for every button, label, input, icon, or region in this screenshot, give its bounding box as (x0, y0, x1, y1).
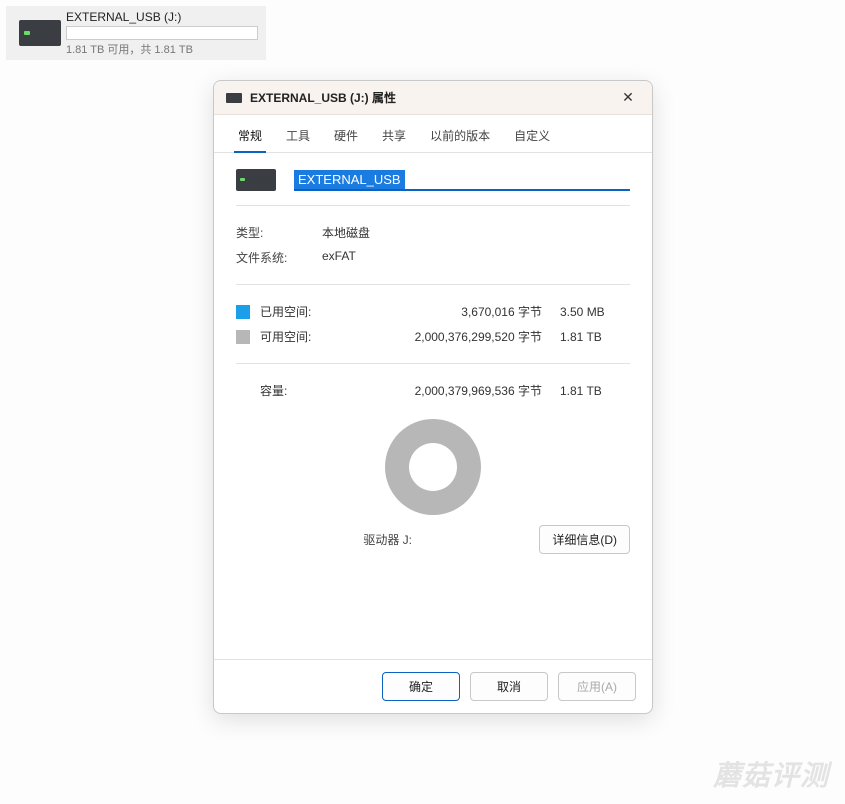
usage-pie-chart (385, 419, 481, 515)
drive-icon (226, 93, 242, 103)
capacity-bytes: 2,000,379,969,536 字节 (338, 382, 560, 399)
capacity-human: 1.81 TB (560, 384, 630, 398)
details-button[interactable]: 详细信息(D) (539, 525, 630, 554)
watermark: 蘑菇评测 (713, 754, 829, 794)
capacity-row: 容量: 2,000,379,969,536 字节 1.81 TB (236, 378, 630, 403)
drive-letter-label: 驱动器 J: (236, 531, 539, 548)
tab-tools[interactable]: 工具 (276, 121, 320, 152)
titlebar[interactable]: EXTERNAL_USB (J:) 属性 ✕ (214, 81, 652, 115)
drive-tile[interactable]: EXTERNAL_USB (J:) 1.81 TB 可用，共 1.81 TB (6, 6, 266, 60)
tab-customize[interactable]: 自定义 (504, 121, 560, 152)
drive-usage-bar (66, 26, 258, 40)
filesystem-label: 文件系统: (236, 249, 322, 266)
tab-hardware[interactable]: 硬件 (324, 121, 368, 152)
free-space-row: 可用空间: 2,000,376,299,520 字节 1.81 TB (236, 324, 630, 349)
type-label: 类型: (236, 224, 322, 241)
apply-button[interactable]: 应用(A) (558, 672, 636, 701)
free-human: 1.81 TB (560, 330, 630, 344)
capacity-label: 容量: (260, 382, 338, 399)
volume-name-field[interactable]: EXTERNAL_USB (294, 170, 630, 191)
free-label: 可用空间: (260, 328, 338, 345)
drive-icon (236, 169, 276, 191)
free-swatch-icon (236, 330, 250, 344)
tab-strip: 常规 工具 硬件 共享 以前的版本 自定义 (214, 115, 652, 153)
drive-space-text: 1.81 TB 可用，共 1.81 TB (66, 41, 258, 57)
used-swatch-icon (236, 305, 250, 319)
tab-sharing[interactable]: 共享 (372, 121, 416, 152)
close-icon: ✕ (622, 89, 634, 106)
dialog-title: EXTERNAL_USB (J:) 属性 (250, 89, 608, 106)
tab-general[interactable]: 常规 (228, 121, 272, 152)
dialog-footer: 确定 取消 应用(A) (214, 659, 652, 713)
used-space-row: 已用空间: 3,670,016 字节 3.50 MB (236, 299, 630, 324)
type-value: 本地磁盘 (322, 224, 630, 241)
tab-previous-versions[interactable]: 以前的版本 (420, 121, 500, 152)
close-button[interactable]: ✕ (608, 83, 648, 113)
free-bytes: 2,000,376,299,520 字节 (338, 328, 560, 345)
used-human: 3.50 MB (560, 305, 630, 319)
used-bytes: 3,670,016 字节 (338, 303, 560, 320)
drive-icon (14, 10, 66, 56)
divider (236, 205, 630, 206)
used-label: 已用空间: (260, 303, 338, 320)
filesystem-value: exFAT (322, 249, 630, 266)
properties-dialog: EXTERNAL_USB (J:) 属性 ✕ 常规 工具 硬件 共享 以前的版本… (213, 80, 653, 714)
volume-name-value[interactable]: EXTERNAL_USB (294, 170, 405, 189)
divider (236, 363, 630, 364)
cancel-button[interactable]: 取消 (470, 672, 548, 701)
divider (236, 284, 630, 285)
drive-name: EXTERNAL_USB (J:) (66, 10, 258, 24)
ok-button[interactable]: 确定 (382, 672, 460, 701)
